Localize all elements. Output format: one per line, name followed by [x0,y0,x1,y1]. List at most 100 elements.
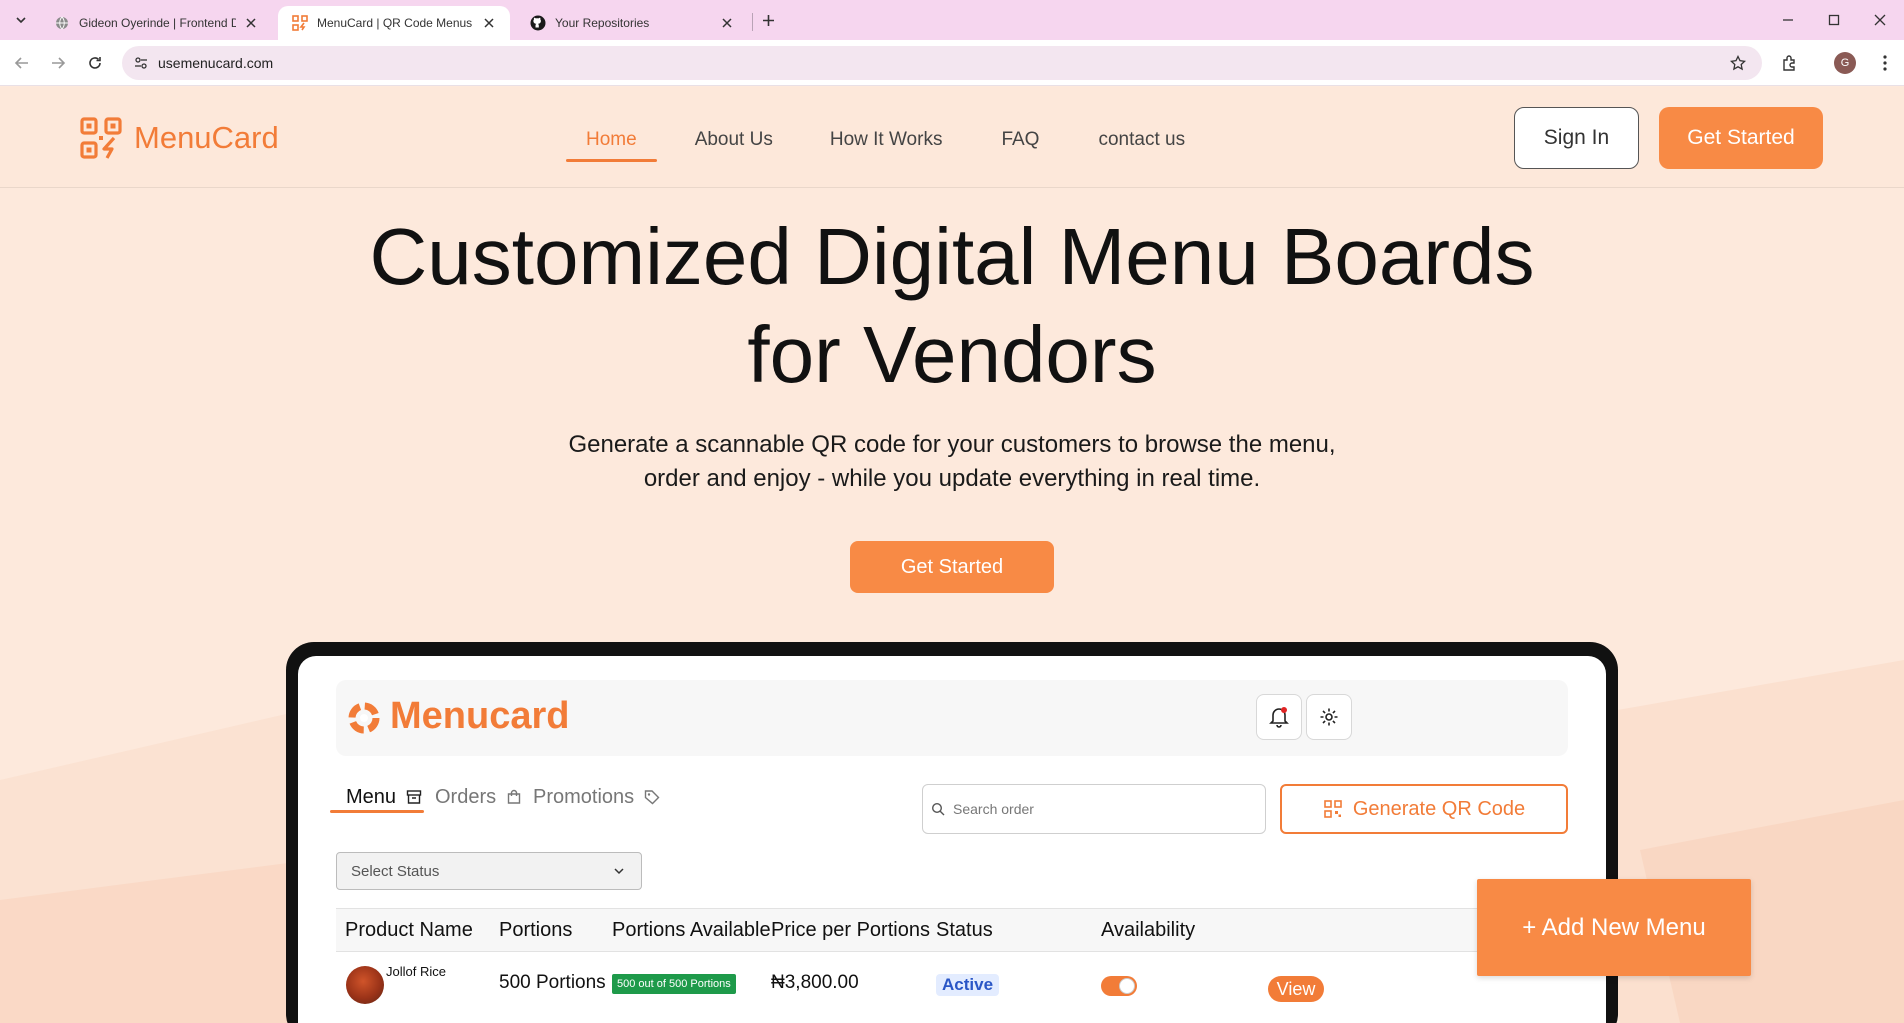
extensions-puzzle-icon[interactable] [1779,52,1801,74]
shopping-bag-icon [504,787,524,807]
search-icon [931,802,945,816]
browser-tab-menucard[interactable]: MenuCard | QR Code Menus & [278,6,510,40]
status-badge: Active [936,974,1000,996]
column-availability: Availability [1101,919,1196,941]
minimize-button[interactable] [1776,8,1800,32]
add-new-menu-button[interactable]: + Add New Menu [1477,879,1751,976]
gear-icon [1320,708,1338,726]
globe-icon [54,15,70,31]
browser-menu-icon[interactable] [1874,52,1896,74]
tab-title: Your Repositories [555,16,650,30]
maximize-button[interactable] [1822,8,1846,32]
notifications-button[interactable] [1256,694,1302,740]
column-product-name: Product Name [345,919,473,941]
close-tab-icon[interactable] [480,14,498,32]
nav-about-us[interactable]: About Us [695,87,773,188]
dashboard-topbar: Menucard [336,680,1568,756]
arrow-left-icon [14,57,28,69]
menu-table-header: Product Name Portions Portions Available… [336,908,1568,952]
browser-tab-github[interactable]: Your Repositories [516,6,748,40]
browser-tab-strip: Gideon Oyerinde | Frontend De MenuCard |… [0,0,1904,40]
product-name: Jollof Rice [386,964,446,979]
menucard-favicon-icon [292,15,308,31]
close-window-button[interactable] [1868,8,1892,32]
site-settings-icon[interactable] [130,52,152,74]
nav-how-it-works[interactable]: How It Works [830,87,943,188]
portions-available-badge: 500 out of 500 Portions [612,974,736,994]
tab-promotions[interactable]: Promotions [533,774,662,820]
column-portions: Portions [499,919,573,941]
product-thumbnail [346,966,384,1004]
hero-subtitle: Generate a scannable QR code for your cu… [0,428,1904,496]
generate-qr-code-label: Generate QR Code [1352,797,1526,820]
back-button[interactable] [10,51,34,75]
tab-separator [752,13,753,31]
hero-subtitle-line-2: order and enjoy - while you update every… [643,465,1261,492]
reload-icon [89,57,101,69]
nav-faq[interactable]: FAQ [1001,87,1039,188]
column-portions-available: Portions Available [612,919,771,941]
get-started-header-button[interactable]: Get Started [1659,107,1823,169]
get-started-hero-button[interactable]: Get Started [850,541,1054,593]
tab-search-button[interactable] [10,9,32,31]
select-status-dropdown[interactable]: Select Status [336,852,642,890]
product-price: ₦3,800.00 [771,972,859,993]
product-portions: 500 Portions [499,972,606,993]
generate-qr-code-button[interactable]: Generate QR Code [1280,784,1568,834]
menucard-logo-icon [80,117,122,159]
qr-code-icon [1323,799,1343,819]
browser-tab-portfolio[interactable]: Gideon Oyerinde | Frontend De [40,6,272,40]
github-icon [530,15,546,31]
chevron-down-icon [16,17,26,24]
tag-icon [642,787,662,807]
search-order-input[interactable] [953,801,1253,817]
brand-name: MenuCard [134,120,279,155]
site-header: MenuCard Home About Us How It Works FAQ … [0,87,1904,188]
bell-icon [1269,707,1289,728]
search-order-field[interactable] [922,784,1266,834]
bookmark-star-icon[interactable] [1728,53,1748,73]
profile-avatar[interactable]: G [1834,52,1856,74]
sign-in-button[interactable]: Sign In [1514,107,1639,169]
tab-title: MenuCard | QR Code Menus & [317,16,474,30]
tab-orders[interactable]: Orders [435,774,524,820]
dashboard-preview-device: Menucard Menu Orders Promotions Search o… [286,642,1618,1023]
browser-toolbar: usemenucard.com G [0,40,1904,86]
reload-button[interactable] [83,51,107,75]
active-tab-indicator [330,810,424,813]
address-bar[interactable]: usemenucard.com [122,46,1762,80]
close-tab-icon[interactable] [718,14,736,32]
column-price-per-portions: Price per Portions [771,919,930,941]
column-status: Status [936,919,993,941]
close-tab-icon[interactable] [242,14,260,32]
nav-home[interactable]: Home [566,87,657,188]
hero-subtitle-line-1: Generate a scannable QR code for your cu… [568,431,1336,458]
menucard-swirl-logo-icon [348,702,380,734]
dashboard-preview-screen: Menucard Menu Orders Promotions Search o… [298,656,1606,1023]
tab-orders-label: Orders [435,785,497,808]
dashboard-app-name: Menucard [390,695,570,737]
main-nav: Home About Us How It Works FAQ contact u… [566,87,1185,188]
minimize-icon [1783,19,1793,21]
tab-menu[interactable]: Menu [346,774,424,820]
select-status-value: Select Status [351,862,440,880]
forward-button[interactable] [46,51,70,75]
hero-title-line-1: Customized Digital Menu Boards [369,212,1535,301]
hero-title: Customized Digital Menu Boards for Vendo… [0,208,1904,404]
brand-link[interactable]: MenuCard [80,117,279,159]
url-text: usemenucard.com [158,55,274,71]
arrow-right-icon [52,57,66,69]
tab-title: Gideon Oyerinde | Frontend De [79,16,236,30]
nav-contact-us[interactable]: contact us [1098,87,1185,188]
close-icon [1874,14,1886,26]
settings-button[interactable] [1306,694,1352,740]
maximize-icon [1828,14,1840,26]
new-tab-button[interactable] [757,9,779,31]
tab-menu-label: Menu [346,785,397,808]
availability-toggle[interactable] [1101,976,1137,996]
chevron-down-icon [611,863,627,879]
archive-box-icon [404,787,424,807]
tab-promotions-label: Promotions [533,785,635,808]
hero-title-line-2: for Vendors [747,310,1157,399]
view-button[interactable]: View [1268,976,1324,1002]
